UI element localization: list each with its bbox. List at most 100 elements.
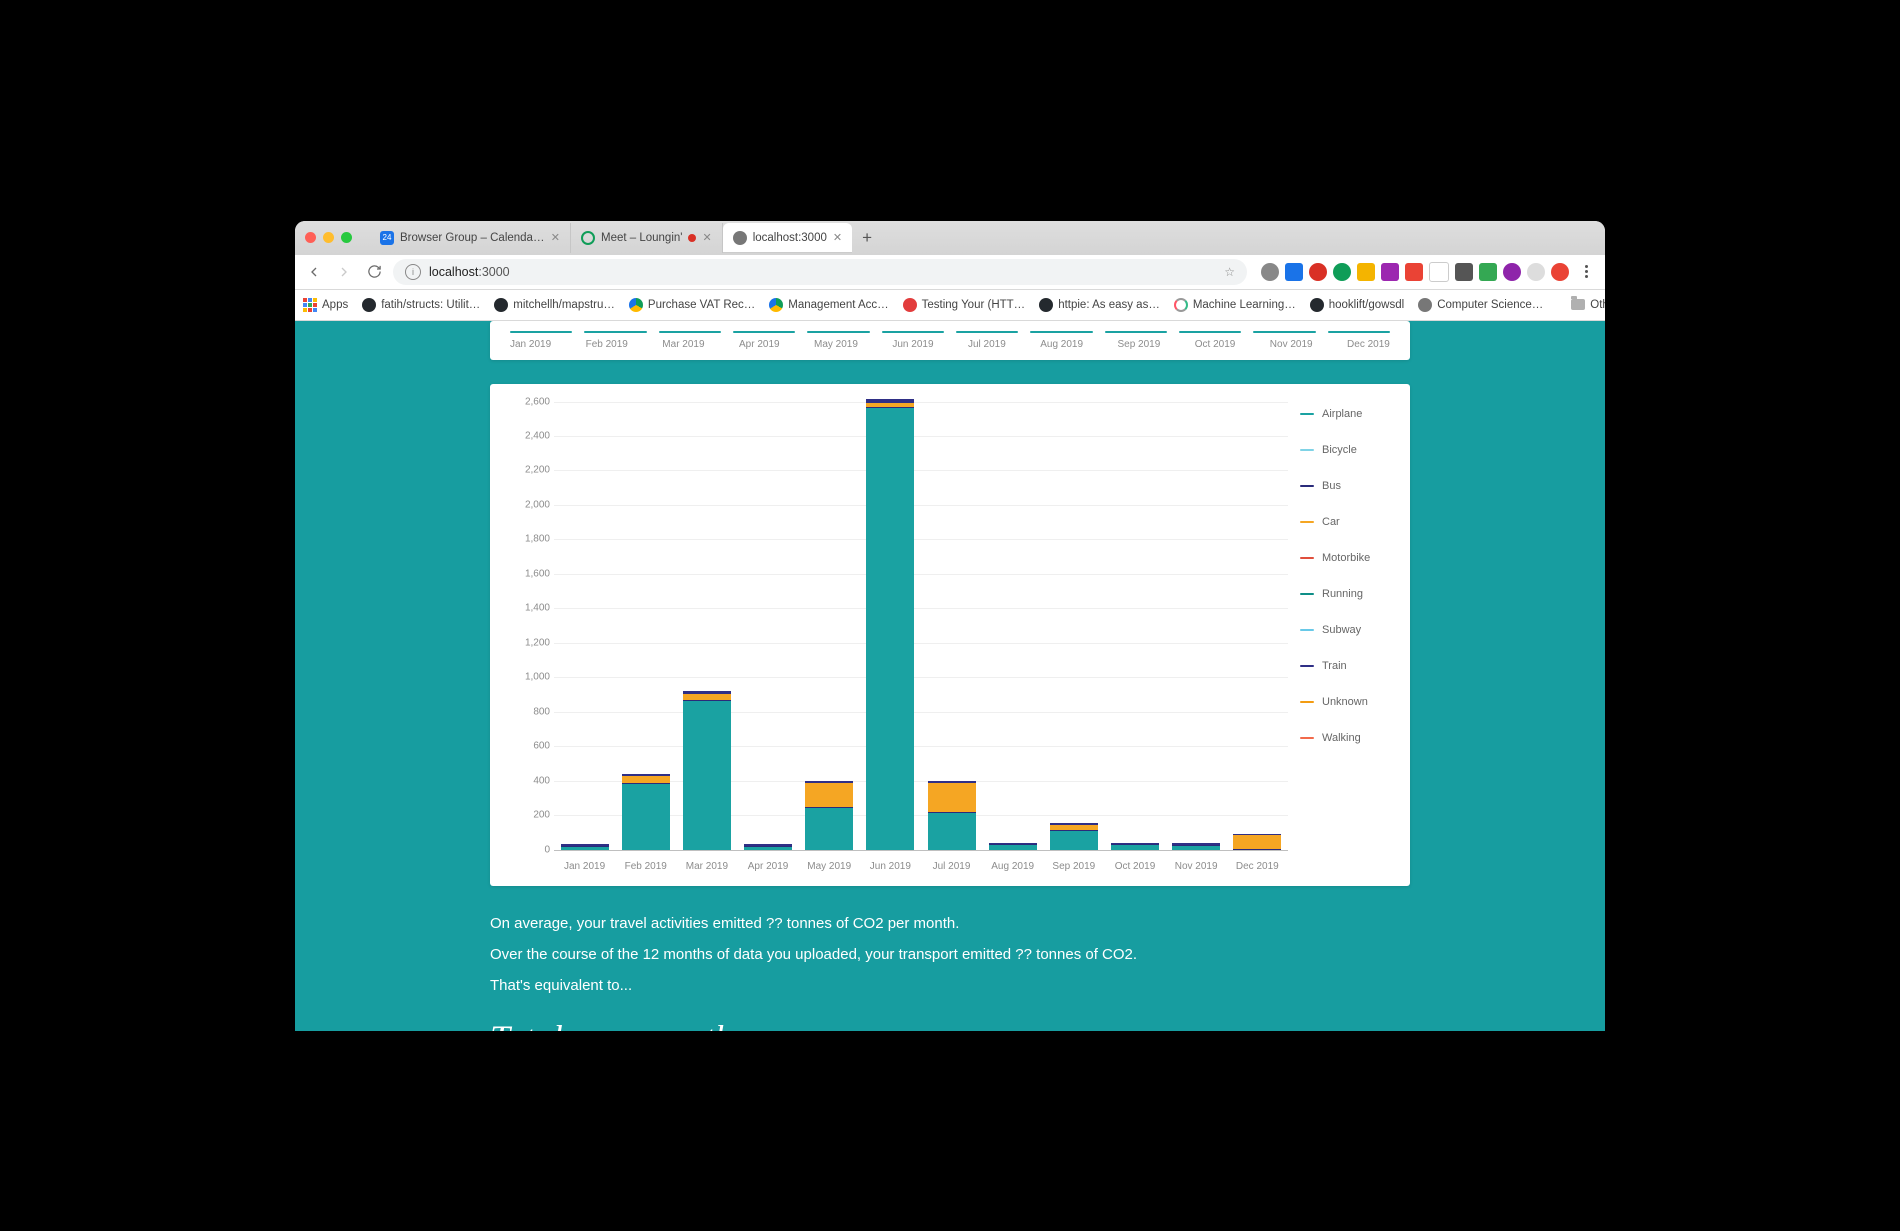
chart-y-axis: 02004006008001,0001,2001,4001,6001,8002,… xyxy=(510,402,554,850)
legend-label: Running xyxy=(1322,588,1363,600)
close-window-icon[interactable] xyxy=(305,232,316,243)
mini-chart-x-axis: Jan 2019Feb 2019Mar 2019Apr 2019May 2019… xyxy=(510,339,1390,350)
legend-item[interactable]: Motorbike xyxy=(1300,552,1390,564)
legend-item[interactable]: Car xyxy=(1300,516,1390,528)
chart-x-axis: Jan 2019Feb 2019Mar 2019Apr 2019May 2019… xyxy=(554,861,1288,872)
extension-icon[interactable] xyxy=(1381,263,1399,281)
y-tick-label: 2,400 xyxy=(525,430,550,441)
reload-button[interactable] xyxy=(363,261,385,283)
bookmark-item[interactable]: hooklift/gowsdl xyxy=(1310,298,1404,312)
extension-icon[interactable] xyxy=(1309,263,1327,281)
bar-column[interactable] xyxy=(683,691,731,849)
bar-segment-airplane[interactable] xyxy=(561,847,609,850)
bookmark-item[interactable]: httpie: As easy as… xyxy=(1039,298,1160,312)
bar-segment-airplane[interactable] xyxy=(928,813,976,849)
apps-button[interactable]: Apps xyxy=(303,298,348,312)
chart-plot-area[interactable]: 02004006008001,0001,2001,4001,6001,8002,… xyxy=(510,402,1288,872)
folder-icon xyxy=(1571,299,1585,310)
minimize-window-icon[interactable] xyxy=(323,232,334,243)
bar-segment-airplane[interactable] xyxy=(1172,846,1220,849)
bar-segment-car[interactable] xyxy=(928,783,976,812)
browser-tab[interactable]: localhost:3000✕ xyxy=(723,223,852,253)
new-tab-button[interactable]: + xyxy=(852,228,882,248)
menu-button[interactable] xyxy=(1575,261,1597,283)
bookmark-item[interactable]: fatih/structs: Utilit… xyxy=(362,298,480,312)
mini-chart-card: Jan 2019Feb 2019Mar 2019Apr 2019May 2019… xyxy=(490,321,1410,360)
bar-column[interactable] xyxy=(561,844,609,849)
bar-column[interactable] xyxy=(1233,834,1281,850)
bar-segment-car[interactable] xyxy=(1233,835,1281,849)
bookmark-item[interactable]: Computer Science… xyxy=(1418,298,1543,312)
bookmark-label: Management Acc… xyxy=(788,299,888,311)
back-button[interactable] xyxy=(303,261,325,283)
y-tick-label: 200 xyxy=(533,810,550,821)
extension-icon[interactable] xyxy=(1405,263,1423,281)
close-tab-icon[interactable]: ✕ xyxy=(551,231,560,244)
bar-segment-airplane[interactable] xyxy=(866,408,914,849)
legend-label: Walking xyxy=(1322,732,1361,744)
browser-tab[interactable]: Meet – Loungin'✕ xyxy=(571,223,723,253)
other-bookmarks-button[interactable]: Other Bookmarks xyxy=(1571,299,1605,311)
legend-item[interactable]: Bus xyxy=(1300,480,1390,492)
bar-column[interactable] xyxy=(928,781,976,850)
legend-item[interactable]: Bicycle xyxy=(1300,444,1390,456)
tab-title: Browser Group – Calendar - W… xyxy=(400,232,545,244)
bar-column[interactable] xyxy=(1111,843,1159,849)
close-tab-icon[interactable]: ✕ xyxy=(702,231,711,244)
bar-column[interactable] xyxy=(622,774,670,850)
mini-x-tick: Nov 2019 xyxy=(1270,339,1313,350)
bar-segment-bus[interactable] xyxy=(1233,849,1281,850)
maximize-window-icon[interactable] xyxy=(341,232,352,243)
extension-icon[interactable] xyxy=(1261,263,1279,281)
extension-icon[interactable] xyxy=(1551,263,1569,281)
bar-column[interactable] xyxy=(805,781,853,850)
bookmark-label: Machine Learning… xyxy=(1193,299,1296,311)
bar-segment-airplane[interactable] xyxy=(805,808,853,849)
bookmark-item[interactable]: Machine Learning… xyxy=(1174,298,1296,312)
bar-segment-airplane[interactable] xyxy=(1111,845,1159,849)
site-info-icon[interactable]: i xyxy=(405,264,421,280)
bar-segment-airplane[interactable] xyxy=(683,701,731,849)
bar-segment-airplane[interactable] xyxy=(744,847,792,850)
bar-column[interactable] xyxy=(989,843,1037,849)
window-controls[interactable] xyxy=(305,232,352,243)
legend-item[interactable]: Train xyxy=(1300,660,1390,672)
extension-icon[interactable] xyxy=(1285,263,1303,281)
address-bar[interactable]: i localhost:3000 ☆ xyxy=(393,259,1247,285)
bar-segment-airplane[interactable] xyxy=(989,845,1037,849)
legend-item[interactable]: Airplane xyxy=(1300,408,1390,420)
extension-icon[interactable] xyxy=(1479,263,1497,281)
bookmark-item[interactable]: Purchase VAT Rec… xyxy=(629,298,755,312)
bookmark-item[interactable]: mitchellh/mapstru… xyxy=(494,298,615,312)
star-icon[interactable]: ☆ xyxy=(1224,265,1235,279)
bar-column[interactable] xyxy=(744,844,792,849)
legend-item[interactable]: Unknown xyxy=(1300,696,1390,708)
legend-item[interactable]: Subway xyxy=(1300,624,1390,636)
extension-icon[interactable] xyxy=(1429,262,1449,282)
extension-icon[interactable] xyxy=(1455,263,1473,281)
bookmark-favicon-icon xyxy=(494,298,508,312)
bar-segment-airplane[interactable] xyxy=(622,784,670,849)
bar-column[interactable] xyxy=(866,399,914,850)
close-tab-icon[interactable]: ✕ xyxy=(833,231,842,244)
bookmark-favicon-icon xyxy=(1039,298,1053,312)
bar-segment-car[interactable] xyxy=(622,776,670,783)
forward-button[interactable] xyxy=(333,261,355,283)
profile-avatar-icon[interactable] xyxy=(1527,263,1545,281)
x-tick-label: Jun 2019 xyxy=(866,861,914,872)
bar-column[interactable] xyxy=(1172,843,1220,849)
bar-segment-car[interactable] xyxy=(805,783,853,807)
extension-icon[interactable] xyxy=(1333,263,1351,281)
page-viewport[interactable]: Jan 2019Feb 2019Mar 2019Apr 2019May 2019… xyxy=(295,321,1605,1031)
y-tick-label: 2,200 xyxy=(525,465,550,476)
bar-segment-airplane[interactable] xyxy=(1050,831,1098,850)
extension-icon[interactable] xyxy=(1503,263,1521,281)
bookmark-item[interactable]: Management Acc… xyxy=(769,298,888,312)
bookmark-favicon-icon xyxy=(1418,298,1432,312)
extension-icon[interactable] xyxy=(1357,263,1375,281)
legend-item[interactable]: Walking xyxy=(1300,732,1390,744)
bookmark-item[interactable]: Testing Your (HTT… xyxy=(903,298,1026,312)
bar-column[interactable] xyxy=(1050,823,1098,850)
legend-item[interactable]: Running xyxy=(1300,588,1390,600)
browser-tab[interactable]: 24Browser Group – Calendar - W…✕ xyxy=(370,223,571,253)
